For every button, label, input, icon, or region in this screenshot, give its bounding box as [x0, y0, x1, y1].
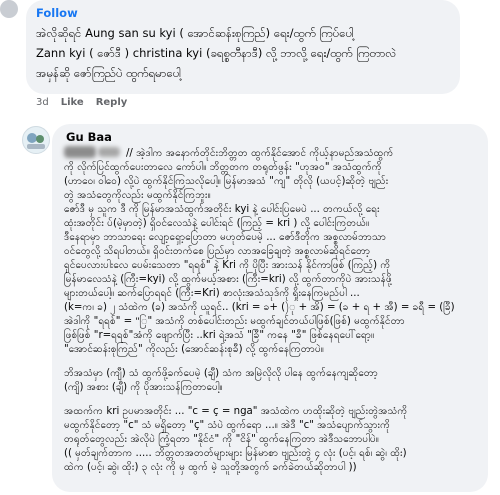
like-button[interactable]: Like: [61, 97, 84, 108]
comment-2-line-16: ဘိအသံမှာ (ကျီ) သံ ထွက်ဖို့ခက်ပေမဲ့ (ချီ)…: [64, 368, 378, 379]
comment-2-line-3: (ဟာဝေ၊ ဝါဝေ) လို့ပဲ ထွက်နိုင်ကြသလိုပေါ့။…: [64, 176, 389, 187]
comment-2-line-13: အဲဒါကို "ရရစ်" = "ြ" အသံကို တစ်ပေါင်းတည်…: [64, 316, 405, 327]
redacted-mention-2: [98, 147, 120, 157]
avatar-image-icon: [27, 133, 45, 149]
comment-2-line-20: တရုတ်တွေလည်း အဲလိုပဲ ကြံ့ရတာ "နိုင်ငံ" က…: [64, 434, 379, 445]
comment-2-line-14: ဖြစ်ဖြစ် "r=ရရစ်"အံကို ဖျောက်ပြီး ..kri …: [64, 330, 375, 341]
comment-1-actions: 3d Like Reply: [36, 97, 127, 108]
comment-2-line-5: ဇော်ဒီ မှ သူက ဒီ ကို မြန်မာအသံထွက်အတိုင်…: [64, 204, 380, 215]
comment-2-line-19: မထွက်နိုင်တော့ "c" သံ မရှိတော့ "ç" သံပဲ …: [64, 420, 391, 431]
comment-1-time: 3d: [36, 97, 49, 108]
commenter-avatar[interactable]: [0, 0, 18, 18]
comment-2-line-4: တွဲ အသံတွေကိုလည်း မထွက်နိုင်ကြဘူး။: [64, 190, 211, 201]
comment-2-line-10: မြန်မာလေသံနဲ့ (ကြီး=kyi) လို့ ထွက်မယ့်အစ…: [64, 274, 392, 285]
comment-2-line-21: (( မှတ်ချက်တာက ..... ဘိတ္တတအတတ်များများ …: [64, 448, 407, 459]
comment-2-line-22: ထဲက (ပင့်၊ ဆွဲ၊ ထိုး) ၃ လုံး ကို မှ ထွက်…: [64, 462, 357, 473]
comment-2-line-6: ထုံးအတိုင်း ပ်(မဲ့မှာတဲ့) ရှိဝင်လေသံနဲ့ …: [64, 218, 370, 229]
comment-2-line-1: // အဲ့ဒါက အနောက်တိုင်းဘိတ္တတ ထွက်နိုင်အေ…: [126, 148, 394, 159]
comment-1-header: Follow: [36, 6, 78, 21]
comment-2-line-12: (k=က၊ ခ) ၂ သံထဲက (ခ) အသံကို ယူရင်.. (kri…: [64, 302, 455, 313]
comment-1-line-3: အမှန်ဆို ဇော်ကြည်ပဲ ထွက်ရမာပေါ့: [36, 66, 182, 80]
comment-1-line-1: အဲလိုဆိုရင် Aung san su kyi ( အောင်ဆန်းစ…: [36, 26, 355, 40]
comment-2-line-18: အထက်က kri ဥပမာအတိုင်း ... "c = ç = nga" …: [64, 406, 408, 417]
comment-2-line-7: ဒီနေရာမှာ ဘာသာရေး လျော့ရှော့ပြောတာ မဟုတ်…: [64, 232, 387, 243]
redacted-mention: [64, 146, 96, 158]
comment-2-line-15: "အောင်ဆန်းစုကြည်" ကိုလည်း (အောင်ဆန်းစုခီ…: [64, 344, 324, 355]
comment-1-line-2: Zann kyi ( ဇော်ဒီ ) christina kyi (ခရစ္စ…: [36, 46, 397, 60]
comment-2-line-11: များတယ်ပေါ့။ ဆက်ပြောရရင် (ကြီး=Kri) စာလု…: [64, 288, 360, 299]
comment-author-name[interactable]: Gu Baa: [66, 130, 112, 144]
comment-2-line-2: ကို လိုက်ပြင်ထွက်ပေးတာလေ ကော်ပါ။ ဘိတ္တတက…: [64, 162, 382, 173]
comment-2-line-9: ရှင်ပေလားပါးလေ ပေမ်းသေတာ "ရရစ်" နဲ့ Kri …: [64, 260, 391, 271]
reply-button[interactable]: Reply: [96, 97, 128, 108]
comment-2-line-8: ဝင်တွေလို့ သိရပါတယ်။ ရှိဝင်းတက်စေ ပြည်မှ…: [64, 246, 371, 257]
gu-baa-avatar[interactable]: [22, 126, 50, 154]
follow-button[interactable]: Follow: [36, 6, 78, 20]
comment-2-line-17: (ကျိ) အစား (ချီ) ကို ပိုအားသန်ကြတာပေါ့။: [64, 382, 223, 393]
